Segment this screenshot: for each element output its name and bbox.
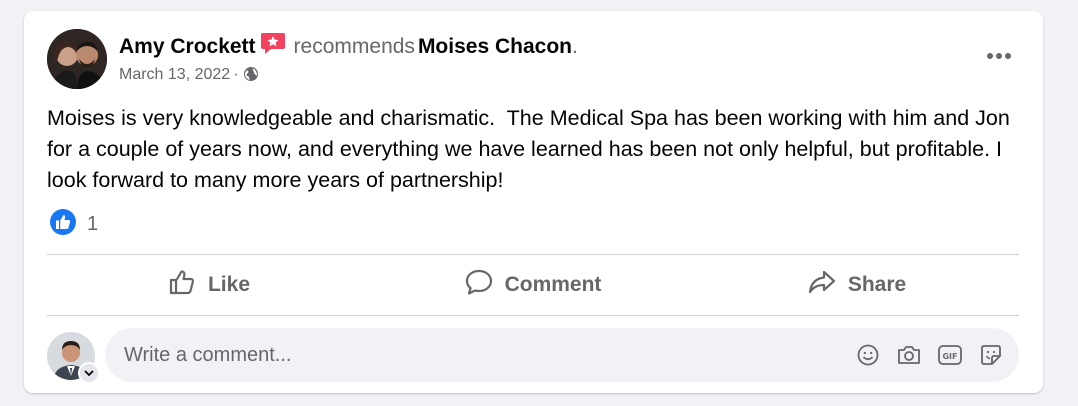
reaction-count: 1 bbox=[87, 213, 99, 235]
share-label: Share bbox=[847, 273, 907, 296]
comment-input[interactable] bbox=[122, 342, 726, 368]
chevron-down-icon[interactable] bbox=[78, 362, 100, 384]
comment-bubble-icon bbox=[465, 268, 505, 302]
reaction-summary[interactable]: 1 bbox=[49, 208, 98, 241]
thumbs-up-icon bbox=[168, 268, 208, 302]
action-bar: Like Comment Share bbox=[47, 255, 1019, 315]
header-period: . bbox=[571, 35, 578, 58]
share-arrow-icon bbox=[808, 268, 848, 302]
share-button[interactable]: Share bbox=[695, 255, 1019, 315]
post-meta: March 13, 2022 · bbox=[119, 66, 259, 84]
like-button[interactable]: Like bbox=[47, 255, 371, 315]
composer-icons: GIF bbox=[854, 341, 1005, 369]
recommends-label: recommends bbox=[293, 35, 415, 58]
sticker-icon[interactable] bbox=[977, 341, 1005, 369]
author-name[interactable]: Amy Crockett bbox=[119, 35, 256, 58]
comment-composer: GIF bbox=[47, 328, 1019, 384]
recommended-page-name[interactable]: Moises Chacon bbox=[418, 35, 572, 58]
globe-icon[interactable] bbox=[243, 66, 259, 83]
like-reaction-icon bbox=[49, 208, 77, 241]
post-date[interactable]: March 13, 2022 bbox=[119, 66, 230, 83]
like-label: Like bbox=[207, 273, 251, 296]
more-options-icon[interactable] bbox=[981, 41, 1017, 71]
comment-input-container[interactable]: GIF bbox=[105, 328, 1019, 382]
comment-button[interactable]: Comment bbox=[371, 255, 695, 315]
comment-label: Comment bbox=[504, 273, 602, 296]
post-body: Moises is very knowledgeable and charism… bbox=[47, 106, 1016, 192]
emoji-icon[interactable] bbox=[854, 341, 882, 369]
gif-icon[interactable]: GIF bbox=[936, 341, 964, 369]
recommendation-icon bbox=[260, 31, 286, 60]
divider-bottom bbox=[47, 315, 1019, 316]
svg-text:GIF: GIF bbox=[942, 352, 957, 361]
meta-separator: · bbox=[233, 66, 239, 83]
post-header: Amy Crockett recommends Moises Chacon. bbox=[119, 31, 578, 60]
camera-icon[interactable] bbox=[895, 341, 923, 369]
post-card: Amy Crockett recommends Moises Chacon. Mar… bbox=[24, 11, 1043, 393]
author-avatar[interactable] bbox=[47, 29, 107, 89]
